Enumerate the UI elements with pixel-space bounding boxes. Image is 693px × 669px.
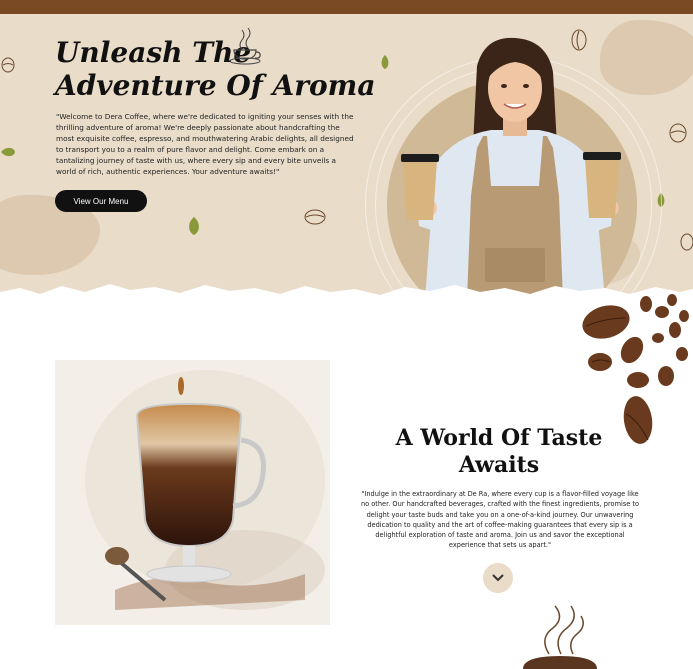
section-title-line2: Awaits [458,452,540,478]
scroll-down-button[interactable] [483,563,513,593]
hero-title-line1: Unleash The [55,36,252,69]
leaf-icon [189,217,199,235]
section-title-line1: A World Of Taste [395,425,603,451]
hero-description: "Welcome to Dera Coffee, where we're ded… [56,112,354,176]
hero-section: Unleash The Adventure Of Aroma "Welcome … [0,0,693,300]
coffee-bean-icon [680,233,693,251]
coffee-bean-icon [669,123,687,143]
top-border [0,0,693,14]
hero-title-line2: Adventure Of Aroma [55,69,376,102]
view-menu-button[interactable]: View Our Menu [55,190,147,212]
chevron-down-icon [492,574,504,582]
hero-title: Unleash The Adventure Of Aroma [55,36,385,102]
barista-image [401,37,621,300]
coffee-bean-icon [304,209,326,225]
coffee-cup-sketch-icon [229,27,261,65]
coffee-bean-icon [1,57,15,73]
section-title: A World Of Taste Awaits [380,425,618,479]
leaf-icon [1,147,15,157]
leaf-icon [381,55,389,69]
coffee-cup-steam-sketch [523,605,597,669]
section-description: "Indulge in the extraordinary at De Ra, … [360,490,640,550]
coffee-glass-image [55,360,330,625]
